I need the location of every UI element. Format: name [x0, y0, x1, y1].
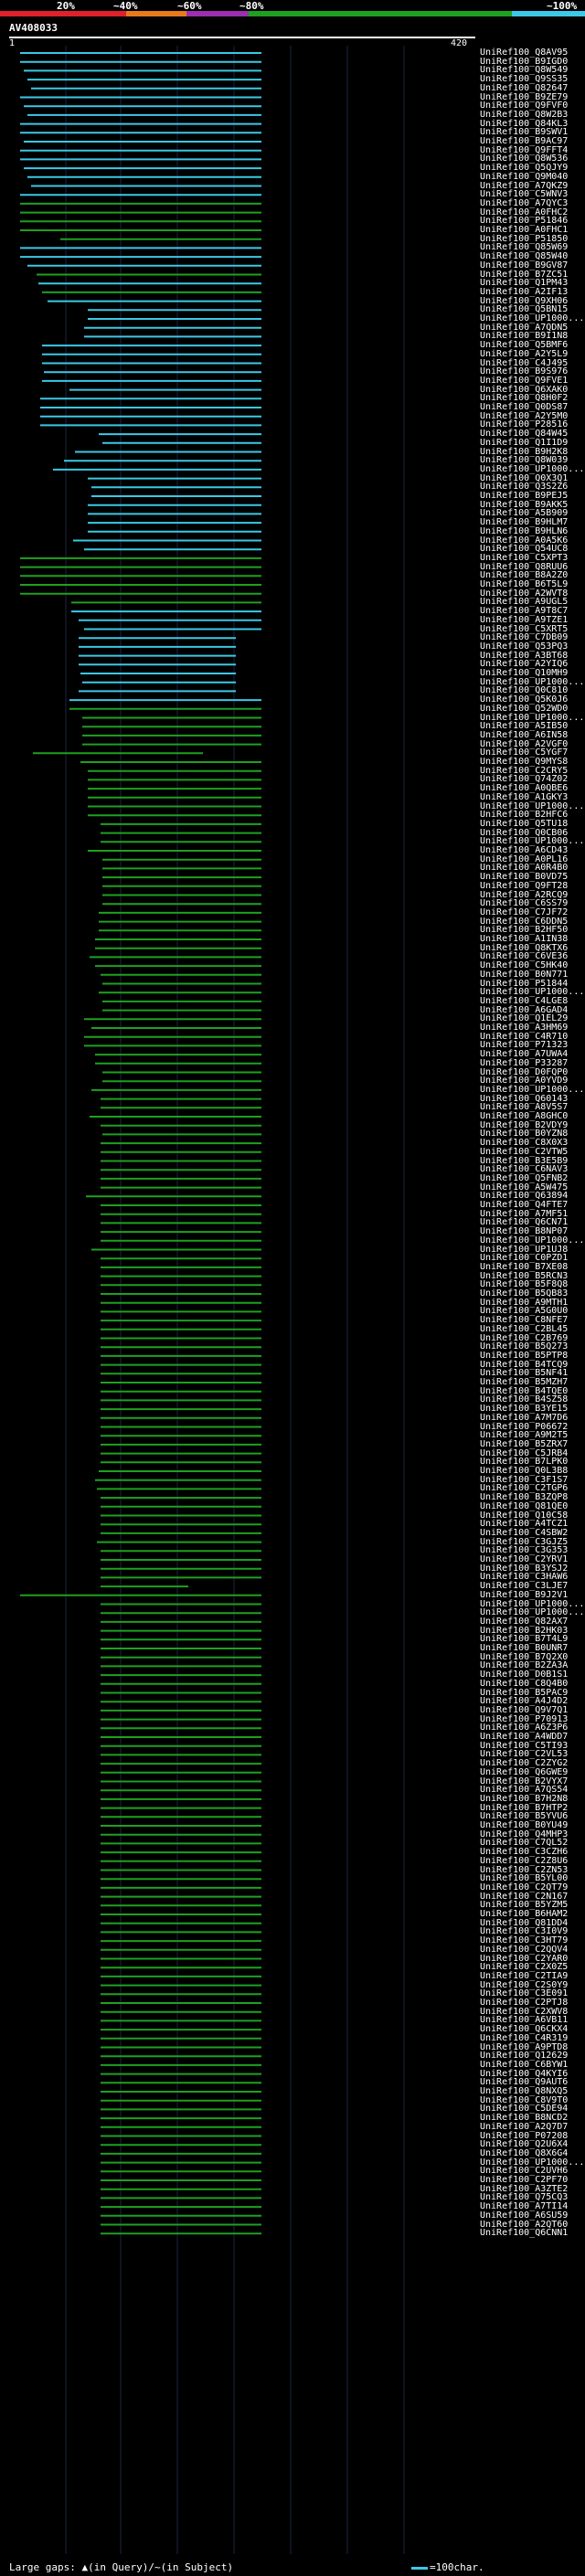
query-gap-key: ▲(in Query)/	[81, 2561, 154, 2573]
footer-gap-key: Large gaps: ▲(in Query)/~(in Subject)	[9, 2561, 233, 2573]
footer-scale-key: =100char.	[411, 2561, 484, 2573]
gaps-label: Large gaps:	[9, 2561, 82, 2573]
scale-key-label: =100char.	[430, 2561, 484, 2573]
subject-gap-key: ~(in Subject)	[154, 2561, 234, 2573]
scale-key-swatch	[411, 2566, 428, 2570]
accession-link[interactable]: UniRef100_Q6CNN1	[480, 2229, 568, 2238]
